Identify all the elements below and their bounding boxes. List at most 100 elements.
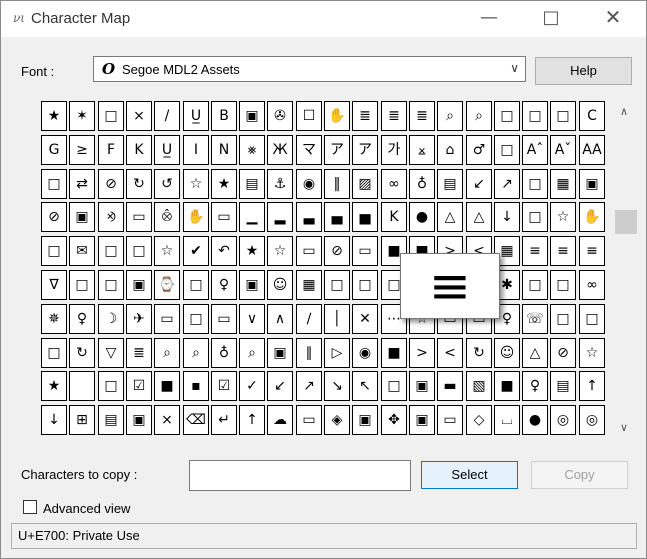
character-cell[interactable]: ●: [409, 202, 435, 232]
character-cell[interactable]: ☑: [126, 371, 152, 401]
character-cell[interactable]: ★: [41, 371, 67, 401]
character-cell[interactable]: ▂: [267, 202, 293, 232]
character-cell[interactable]: ☏: [522, 304, 548, 334]
character-cell[interactable]: □: [183, 304, 209, 334]
character-cell[interactable]: ↻: [126, 169, 152, 199]
character-cell[interactable]: △: [466, 202, 492, 232]
character-cell[interactable]: □: [126, 236, 152, 266]
character-cell[interactable]: ☆: [550, 202, 576, 232]
character-cell[interactable]: ‖: [324, 169, 350, 199]
title-bar[interactable]: νι Character Map — □ ✕: [1, 1, 646, 37]
character-cell[interactable]: □: [522, 169, 548, 199]
character-cell[interactable]: ↑: [579, 371, 605, 401]
character-cell[interactable]: ∥: [296, 338, 322, 368]
character-cell[interactable]: ◉: [296, 169, 322, 199]
character-cell[interactable]: ≡: [550, 236, 576, 266]
character-cell[interactable]: I: [183, 135, 209, 165]
character-cell[interactable]: ▦: [296, 270, 322, 300]
character-cell[interactable]: □: [41, 169, 67, 199]
character-cell[interactable]: □: [183, 270, 209, 300]
character-cell[interactable]: ⌕: [239, 338, 265, 368]
character-cell[interactable]: ♁: [409, 169, 435, 199]
character-cell[interactable]: □: [98, 371, 124, 401]
character-cell[interactable]: □: [522, 101, 548, 131]
character-cell[interactable]: ↗: [494, 169, 520, 199]
character-cell[interactable]: ✓: [239, 371, 265, 401]
character-cell[interactable]: N: [211, 135, 237, 165]
character-cell[interactable]: F: [98, 135, 124, 165]
character-cell[interactable]: ✉: [69, 236, 95, 266]
character-cell[interactable]: □: [550, 270, 576, 300]
font-dropdown[interactable]: O Segoe MDL2 Assets ∨: [93, 56, 526, 82]
character-cell[interactable]: ▤: [437, 169, 463, 199]
character-cell[interactable]: 가: [381, 135, 407, 165]
character-cell[interactable]: ↶: [211, 236, 237, 266]
character-cell[interactable]: ✋: [324, 101, 350, 131]
character-cell[interactable]: ⨯: [126, 101, 152, 131]
character-cell[interactable]: ▣: [126, 405, 152, 435]
character-cell[interactable]: ⊘: [324, 236, 350, 266]
character-cell[interactable]: ⊘: [98, 169, 124, 199]
character-cell[interactable]: ∨: [239, 304, 265, 334]
character-cell[interactable]: <: [437, 338, 463, 368]
character-cell[interactable]: ≣: [381, 101, 407, 131]
character-cell[interactable]: ▧: [466, 371, 492, 401]
character-cell[interactable]: ✔: [183, 236, 209, 266]
character-cell[interactable]: ≥: [69, 135, 95, 165]
character-cell[interactable]: ⨳: [239, 135, 265, 165]
character-cell[interactable]: ▣: [352, 405, 378, 435]
character-cell[interactable]: ■: [381, 338, 407, 368]
character-cell[interactable]: □: [98, 270, 124, 300]
character-cell[interactable]: ▨: [352, 169, 378, 199]
character-cell[interactable]: ⨯: [154, 405, 180, 435]
character-cell[interactable]: ≡: [522, 236, 548, 266]
character-cell[interactable]: ⊞: [69, 405, 95, 435]
character-cell[interactable]: ▭: [437, 405, 463, 435]
character-cell[interactable]: ★: [211, 169, 237, 199]
character-cell[interactable]: △: [522, 338, 548, 368]
character-cell[interactable]: /: [154, 101, 180, 131]
character-cell[interactable]: □: [494, 135, 520, 165]
character-cell[interactable]: │: [324, 304, 350, 334]
character-cell[interactable]: ✇: [267, 101, 293, 131]
character-cell[interactable]: ≣: [352, 101, 378, 131]
character-cell[interactable]: ☁: [267, 405, 293, 435]
character-cell[interactable]: ⌕: [183, 338, 209, 368]
character-cell[interactable]: ▷: [324, 338, 350, 368]
character-cell[interactable]: □: [579, 304, 605, 334]
character-cell[interactable]: ▭: [352, 236, 378, 266]
character-cell[interactable]: [69, 371, 95, 401]
character-cell[interactable]: ▣: [239, 270, 265, 300]
character-cell[interactable]: U̲: [183, 101, 209, 131]
character-cell[interactable]: ∞: [579, 270, 605, 300]
character-cell[interactable]: □: [352, 270, 378, 300]
character-cell[interactable]: ⌫: [183, 405, 209, 435]
character-cell[interactable]: ▽: [98, 338, 124, 368]
character-cell[interactable]: G: [41, 135, 67, 165]
character-cell[interactable]: ⌂: [437, 135, 463, 165]
character-cell[interactable]: ≣: [126, 338, 152, 368]
character-cell[interactable]: ⨶: [154, 202, 180, 232]
character-cell[interactable]: ▄: [324, 202, 350, 232]
character-cell[interactable]: □: [41, 338, 67, 368]
character-cell[interactable]: ☺: [267, 270, 293, 300]
character-cell[interactable]: ▭: [296, 405, 322, 435]
character-cell[interactable]: ▁: [239, 202, 265, 232]
character-cell[interactable]: AA: [579, 135, 605, 165]
character-cell[interactable]: ▣: [126, 270, 152, 300]
character-cell[interactable]: ア: [324, 135, 350, 165]
character-cell[interactable]: ▅: [352, 202, 378, 232]
character-cell[interactable]: ✕: [352, 304, 378, 334]
character-cell[interactable]: ⨵: [98, 202, 124, 232]
character-cell[interactable]: ∞: [381, 169, 407, 199]
character-cell[interactable]: □: [522, 270, 548, 300]
character-cell[interactable]: ▣: [69, 202, 95, 232]
character-cell[interactable]: ▣: [409, 371, 435, 401]
characters-to-copy-input[interactable]: [189, 460, 411, 491]
character-cell[interactable]: ▤: [98, 405, 124, 435]
character-cell[interactable]: C: [579, 101, 605, 131]
character-cell[interactable]: ♀: [522, 371, 548, 401]
character-cell[interactable]: ☆: [154, 236, 180, 266]
character-cell[interactable]: ▭: [211, 202, 237, 232]
character-cell[interactable]: ◇: [466, 405, 492, 435]
